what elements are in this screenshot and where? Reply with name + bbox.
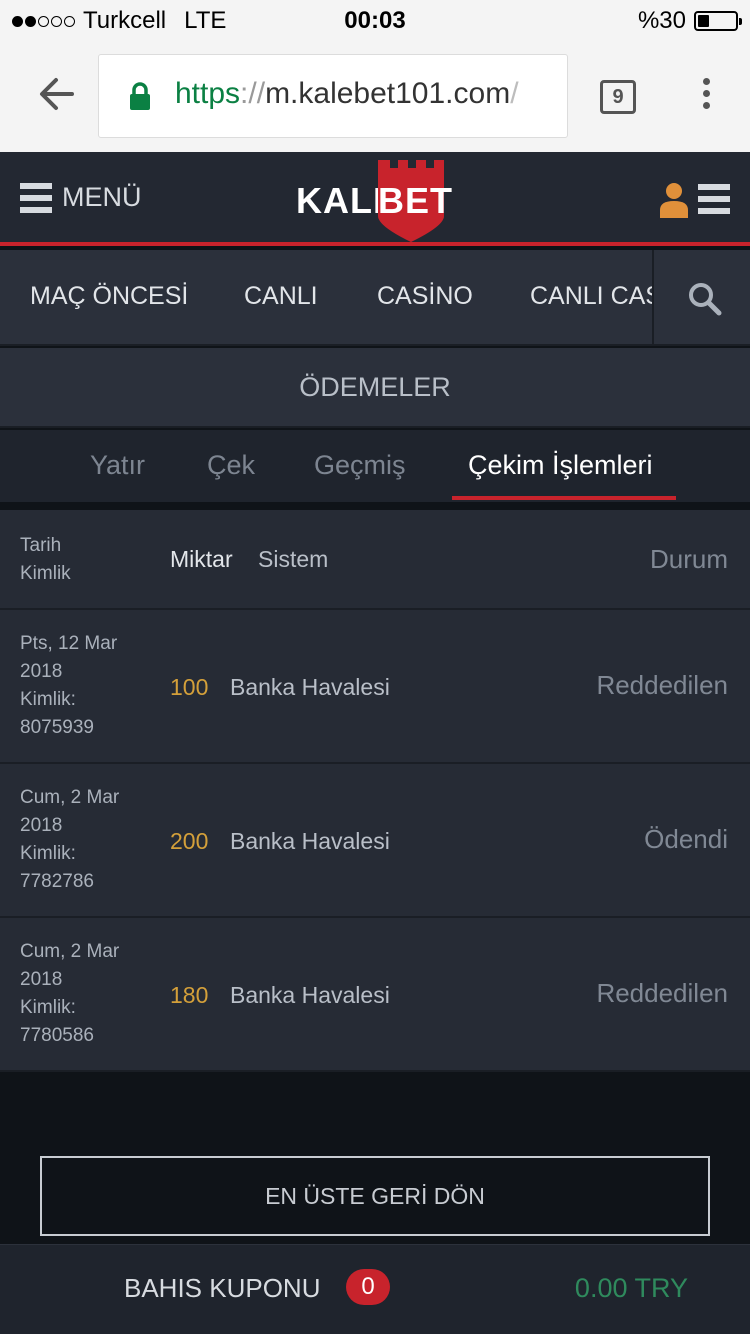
category-tab-pre-match[interactable]: MAÇ ÖNCESİ [30, 282, 188, 311]
tab-switcher-button[interactable]: 9 [600, 80, 636, 114]
table-row: Pts, 12 Mar 2018 Kimlik: 8075939 100 Ban… [0, 610, 750, 764]
battery-percent: %30 [637, 7, 686, 34]
category-tab-live-casino[interactable]: CANLI CASİNO [530, 282, 652, 311]
category-nav-items: MAÇ ÖNCESİ CANLI CASİNO CANLI CASİNO [0, 250, 652, 346]
row-id-label: Kimlik: [20, 997, 76, 1018]
address-bar[interactable]: https://m.kalebet101.com/ [98, 54, 568, 138]
row-status: Ödendi [644, 824, 728, 854]
withdrawals-table: Tarih Kimlik Miktar Sistem Durum Pts, 12… [0, 510, 750, 1072]
header-id: Kimlik [20, 563, 71, 584]
row-id: 7782786 [20, 871, 94, 892]
row-system: Banka Havalesi [230, 828, 390, 854]
table-row: Cum, 2 Mar 2018 Kimlik: 7782786 200 Bank… [0, 764, 750, 918]
url-tail: / [510, 77, 519, 110]
row-status: Reddedilen [596, 978, 728, 1008]
url-text: https://m.kalebet101.com/ [175, 77, 519, 111]
row-status: Reddedilen [596, 670, 728, 700]
row-year: 2018 [20, 661, 63, 682]
header-amount: Miktar [170, 546, 233, 572]
table-row: Cum, 2 Mar 2018 Kimlik: 7780586 180 Bank… [0, 918, 750, 1072]
logo-text-bet: BET [378, 180, 453, 221]
row-date: Cum, 2 Mar [20, 941, 120, 962]
row-year: 2018 [20, 969, 63, 990]
row-date: Cum, 2 Mar [20, 787, 120, 808]
hamburger-icon[interactable] [698, 184, 730, 214]
battery-fill [698, 15, 709, 27]
row-id: 8075939 [20, 717, 94, 738]
header-status: Durum [649, 544, 728, 574]
header-date-id: Tarih Kimlik [20, 532, 71, 588]
row-system: Banka Havalesi [230, 982, 390, 1008]
row-date-id: Cum, 2 Mar 2018 Kimlik: 7780586 [20, 938, 119, 1050]
hamburger-icon [20, 182, 52, 213]
bet-slip-bar[interactable]: BAHIS KUPONU 0 0.00 TRY [0, 1244, 750, 1334]
tab-history[interactable]: Geçmiş [314, 450, 406, 481]
url-scheme: https [175, 77, 241, 110]
battery-icon [694, 11, 742, 31]
row-id-label: Kimlik: [20, 843, 76, 864]
menu-label: MENÜ [62, 182, 142, 212]
row-id-label: Kimlik: [20, 689, 76, 710]
category-tab-casino[interactable]: CASİNO [377, 282, 473, 311]
bet-slip-label: BAHIS KUPONU [124, 1273, 321, 1303]
bet-slip-count-badge: 0 [346, 1269, 390, 1305]
row-amount: 180 [170, 982, 209, 1008]
page-title: ÖDEMELER [0, 348, 750, 428]
tab-withdrawal-transactions[interactable]: Çekim İşlemleri [468, 450, 653, 481]
row-date: Pts, 12 Mar [20, 633, 118, 654]
url-host: m.kalebet101.com [265, 77, 511, 110]
search-button[interactable] [652, 250, 750, 346]
browser-toolbar: https://m.kalebet101.com/ 9 [0, 40, 750, 152]
row-id: 7780586 [20, 1025, 94, 1046]
kalebet-logo[interactable]: KALE BET [296, 158, 456, 242]
tab-deposit[interactable]: Yatır [90, 450, 145, 481]
status-bar: Turkcell LTE 00:03 %30 [0, 0, 750, 40]
back-arrow-icon[interactable] [36, 74, 76, 114]
category-nav: MAÇ ÖNCESİ CANLI CASİNO CANLI CASİNO [0, 250, 750, 346]
active-tab-indicator [452, 496, 676, 500]
row-amount: 200 [170, 828, 209, 854]
row-date-id: Pts, 12 Mar 2018 Kimlik: 8075939 [20, 630, 117, 742]
bet-slip-total: 0.00 TRY [574, 1273, 688, 1303]
row-year: 2018 [20, 815, 63, 836]
url-separator: :// [240, 77, 266, 110]
category-tab-live[interactable]: CANLI [244, 282, 318, 311]
kebab-menu-icon[interactable] [700, 78, 712, 116]
header-system: Sistem [258, 546, 329, 572]
status-bar-right: %30 [637, 7, 742, 35]
search-icon [689, 283, 722, 316]
row-date-id: Cum, 2 Mar 2018 Kimlik: 7782786 [20, 784, 119, 896]
menu-button[interactable]: MENÜ [20, 182, 142, 213]
lock-icon [129, 81, 151, 111]
site-header: MENÜ KALE BET [0, 152, 750, 246]
header-date: Tarih [20, 535, 62, 556]
row-amount: 100 [170, 674, 209, 700]
payment-subtabs: Yatır Çek Geçmiş Çekim İşlemleri [0, 430, 750, 502]
user-icon[interactable] [660, 182, 688, 218]
back-to-top-button[interactable]: EN ÜSTE GERİ DÖN [40, 1156, 710, 1236]
table-header: Tarih Kimlik Miktar Sistem Durum [0, 510, 750, 610]
tab-withdraw[interactable]: Çek [207, 450, 255, 481]
row-system: Banka Havalesi [230, 674, 390, 700]
